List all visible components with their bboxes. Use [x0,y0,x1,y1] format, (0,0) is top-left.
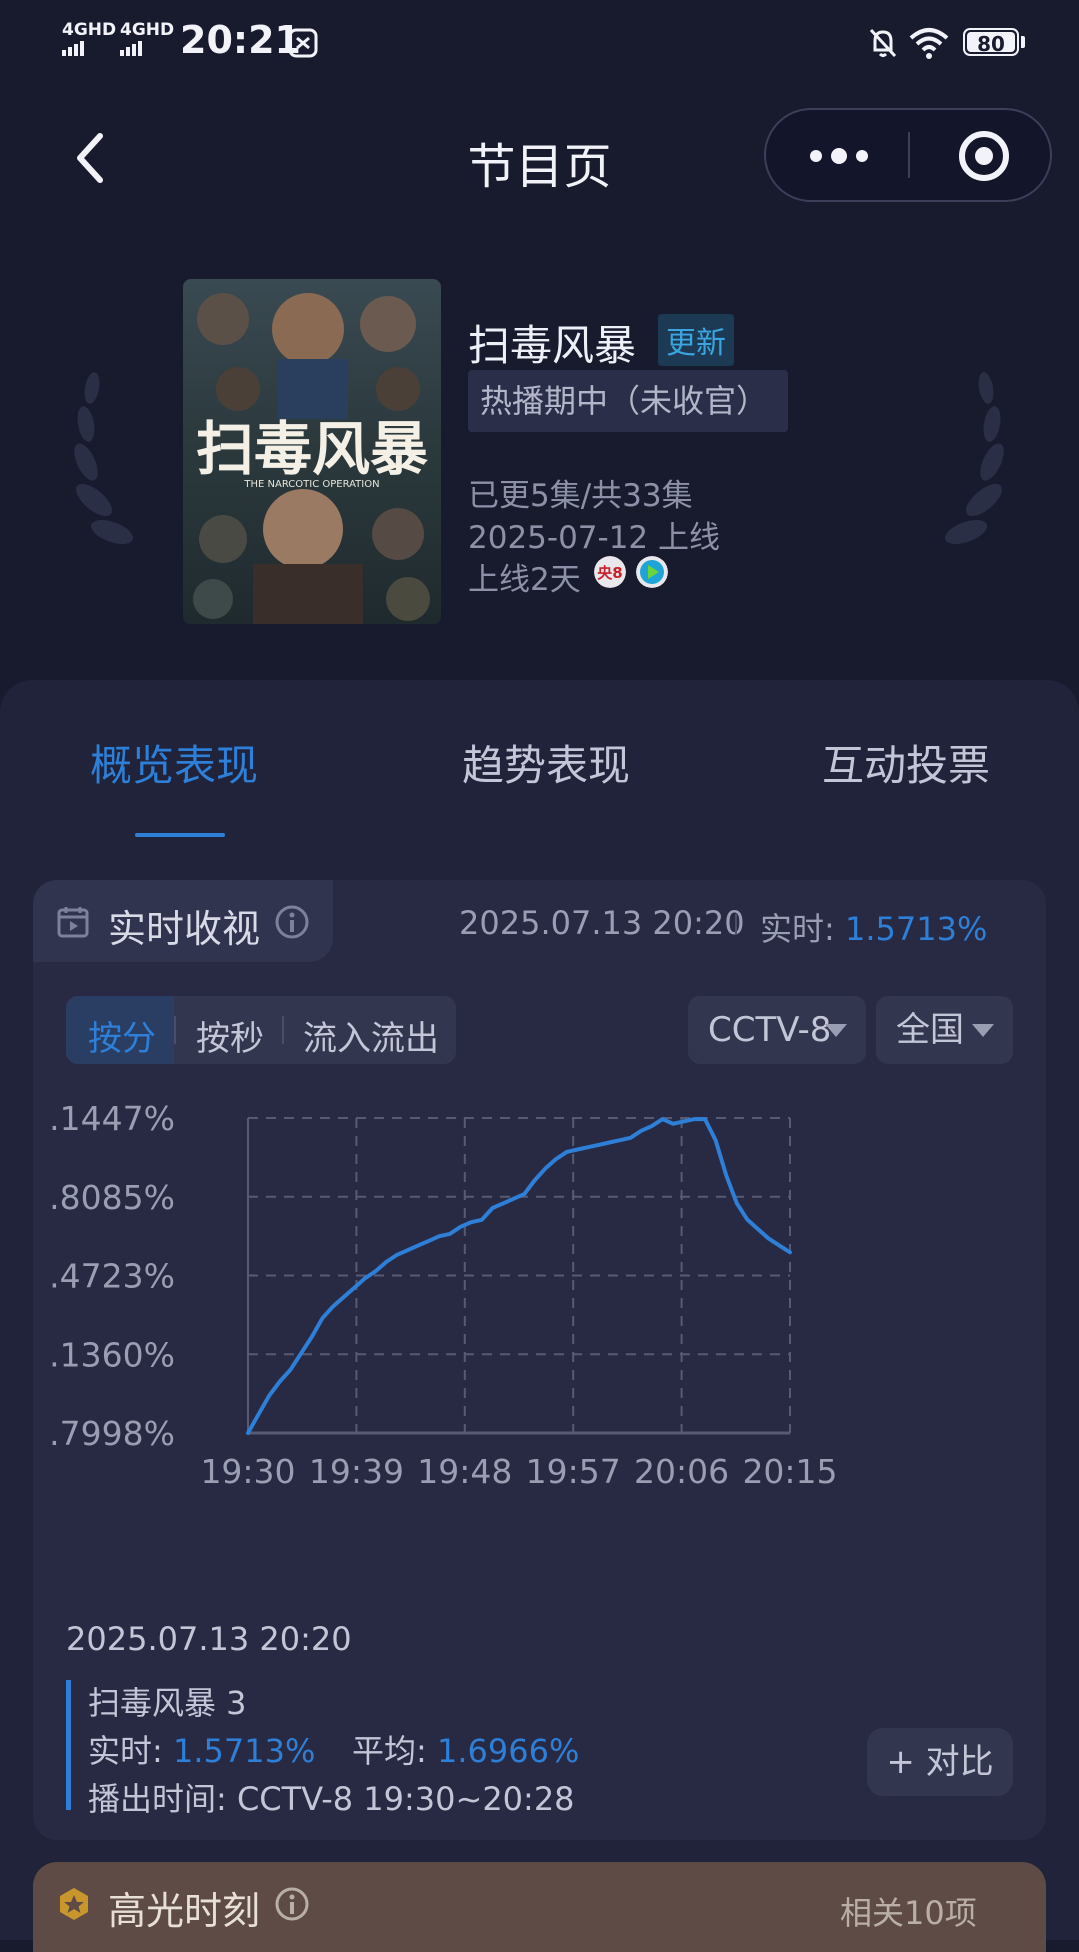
star-badge-icon [60,1888,88,1920]
status-time: 20:21 [180,18,301,62]
laurel-right-icon [945,372,1004,545]
cctv8-channel-icon: 央8 [594,556,626,588]
channel-dropdown[interactable]: CCTV-8 [688,996,866,1064]
realtime-readout: 实时: 1.5713% [760,910,988,948]
realtime-title: 实时收视 [108,907,261,951]
battery-tip [1021,36,1025,48]
y-tick-label: 1.4723% [50,1257,175,1296]
tab-active-indicator [135,833,225,837]
x-tick-label: 20:06 [634,1452,729,1491]
y-tick-label: 1.8085% [50,1178,175,1217]
x-tick-label: 19:48 [417,1452,512,1491]
update-badge: 更新 [658,314,734,366]
calendar-play-icon [57,907,89,938]
app-notification-icon [288,28,318,58]
mute-bell-icon [869,28,897,58]
tab-overview[interactable]: 概览表现 [90,732,258,793]
chart-x-ticks: 19:30 19:39 19:48 19:57 20:06 20:15 [200,1452,837,1491]
episode-label: 扫毒风暴 3 [88,1684,247,1722]
realtime-value: 1.5713% [844,910,988,948]
seg-separator [174,1016,176,1044]
signal-indicator-2: 4GHD [120,22,174,56]
signal-indicator-1: 4GHD [62,22,116,56]
detail-airtime: 播出时间: CCTV-8 19:30~20:28 [88,1780,575,1818]
wifi-icon [909,28,949,59]
battery-indicator: 80 [963,28,1019,56]
tab-trends[interactable]: 趋势表现 [462,732,630,793]
detail-average: 平均: 1.6966% [352,1732,580,1770]
chart-y-ticks: 2.1447% 1.8085% 1.4723% 1.1360% 0.7998% [50,1100,175,1453]
show-title: 扫毒风暴 [468,321,637,370]
airing-status-tag: 热播期中（未收官） [468,370,788,432]
y-tick-label: 1.1360% [50,1335,175,1374]
poster-subtitle-text: THE NARCOTIC OPERATION [243,479,379,490]
x-tick-label: 19:39 [309,1452,404,1491]
region-dropdown[interactable]: 全国 [876,996,1013,1064]
mini-program-capsule [764,108,1052,202]
highlight-related-count[interactable]: 相关10项 [840,1888,977,1934]
chevron-down-icon [972,1024,994,1037]
highlight-info-icon[interactable] [274,1886,310,1922]
video-platform-icon [636,556,668,588]
x-tick-label: 20:15 [742,1452,837,1491]
laurel-left-icon [74,372,133,545]
poster-title-text: 扫毒风暴 [196,415,428,483]
chevron-down-icon [825,1024,847,1037]
svg-text:央8: 央8 [597,564,622,582]
detail-timestamp: 2025.07.13 20:20 [66,1620,352,1658]
chart-grid [247,1117,791,1435]
detail-accent-bar [66,1680,71,1810]
more-options-icon[interactable] [808,146,870,166]
y-tick-label: 2.1447% [50,1100,175,1138]
realtime-timestamp: 2025.07.13 20:20 [459,904,745,942]
x-tick-label: 19:57 [526,1452,621,1491]
seg-inflow-outflow[interactable]: 流入流出 [303,1011,439,1060]
ratings-line-chart[interactable]: 2.1447% 1.8085% 1.4723% 1.1360% 0.7998% 19:3… [50,1100,990,1600]
x-tick-label: 19:30 [200,1452,295,1491]
episode-count: 已更5集/共33集 [468,478,693,514]
seg-by-second[interactable]: 按秒 [196,1011,264,1060]
detail-realtime: 实时: 1.5713% [88,1732,316,1770]
compare-button[interactable]: + 对比 [867,1728,1013,1796]
seg-by-minute[interactable]: 按分 [88,1011,156,1060]
info-icon[interactable] [274,904,310,940]
tab-voting[interactable]: 互动投票 [822,732,990,793]
days-online: 上线2天 [468,562,581,598]
premiere-date: 2025-07-12 上线 [468,520,721,556]
y-tick-label: 0.7998% [50,1414,175,1453]
readout-divider [735,914,737,934]
seg-separator [282,1016,284,1044]
show-poster[interactable]: 扫毒风暴 THE NARCOTIC OPERATION [183,279,441,624]
close-mini-program-icon[interactable] [958,130,1010,182]
